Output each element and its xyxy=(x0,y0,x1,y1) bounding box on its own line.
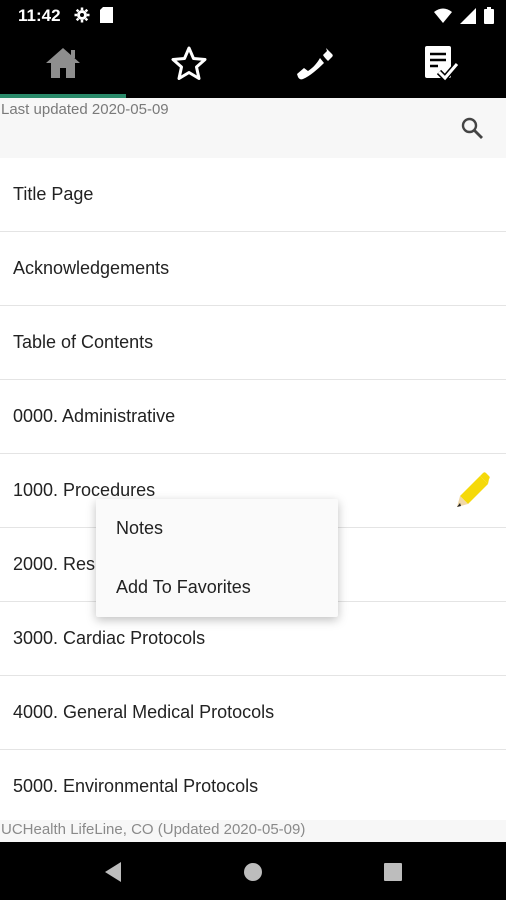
list-item-label: Title Page xyxy=(13,184,94,204)
home-icon xyxy=(44,46,82,85)
list-item-table-of-contents[interactable]: Table of Contents xyxy=(0,306,506,380)
status-time: 11:42 xyxy=(18,6,61,25)
list-item-label: 4000. General Medical Protocols xyxy=(13,702,275,722)
list-item-label: Acknowledgements xyxy=(13,258,170,278)
list-item-title-page[interactable]: Title Page xyxy=(0,158,506,232)
home-circle-icon[interactable] xyxy=(243,862,263,887)
header: Last updated 2020-05-09 xyxy=(0,98,506,158)
list-item-label: 3000. Cardiac Protocols xyxy=(13,628,206,648)
menu-item-add-to-favorites[interactable]: Add To Favorites xyxy=(96,558,338,617)
battery-icon xyxy=(484,7,494,29)
recents-square-icon[interactable] xyxy=(384,863,402,886)
footer-text: UCHealth LifeLine, CO (Updated 2020-05-0… xyxy=(0,820,506,842)
system-nav-bar xyxy=(0,842,506,900)
search-icon[interactable] xyxy=(460,116,484,145)
checklist-icon xyxy=(423,44,460,87)
signal-icon xyxy=(460,7,476,29)
star-icon xyxy=(171,46,207,85)
last-updated-text: Last updated 2020-05-09 xyxy=(1,101,169,118)
list-item-administrative[interactable]: 0000. Administrative xyxy=(0,380,506,454)
list-item-environmental[interactable]: 5000. Environmental Protocols xyxy=(0,750,506,824)
menu-item-notes[interactable]: Notes xyxy=(96,499,338,558)
wifi-icon xyxy=(434,8,452,29)
status-bar: 11:42 xyxy=(0,0,506,32)
tab-checklist[interactable] xyxy=(378,32,504,98)
context-menu: Notes Add To Favorites xyxy=(96,499,338,617)
list-item-general-medical[interactable]: 4000. General Medical Protocols xyxy=(0,676,506,750)
pencil-note-icon[interactable] xyxy=(454,468,494,513)
list-item-label: 5000. Environmental Protocols xyxy=(13,776,259,796)
list-item-label: 0000. Administrative xyxy=(13,406,176,426)
back-icon[interactable] xyxy=(103,861,123,888)
tab-phone[interactable] xyxy=(252,32,378,98)
list-item-label: 1000. Procedures xyxy=(13,480,156,500)
tab-home[interactable] xyxy=(0,32,126,98)
phone-icon xyxy=(296,45,334,86)
list-item-label: Table of Contents xyxy=(13,332,154,352)
list-item-acknowledgements[interactable]: Acknowledgements xyxy=(0,232,506,306)
tab-bar xyxy=(0,32,506,98)
settings-gear-icon xyxy=(74,7,90,28)
protocol-list: Title Page Acknowledgements Table of Con… xyxy=(0,158,506,824)
tab-favorites[interactable] xyxy=(126,32,252,98)
sd-card-icon xyxy=(100,7,113,28)
list-item-label: 2000. Res xyxy=(13,554,96,574)
